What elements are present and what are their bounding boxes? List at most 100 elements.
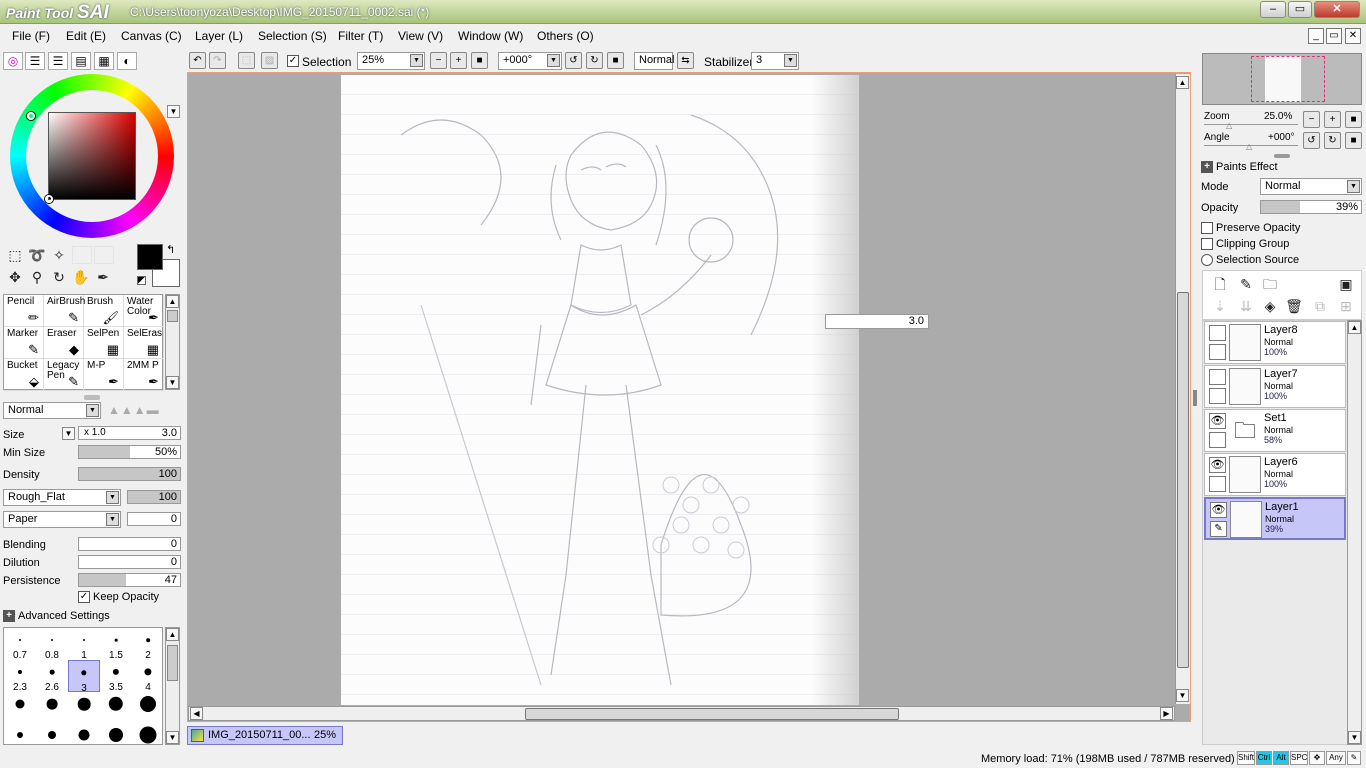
brush-size-preset[interactable]: 4 bbox=[132, 660, 164, 693]
brush-shape-presets[interactable]: ▲▲▲▬ bbox=[108, 403, 180, 417]
transfer-down-icon[interactable]: ⇣ bbox=[1211, 297, 1229, 315]
visibility-toggle-eye-icon[interactable] bbox=[1209, 325, 1226, 341]
brush-texture-select[interactable]: Paper ▼ bbox=[3, 511, 121, 528]
layer-lock-toggle[interactable] bbox=[1209, 388, 1226, 404]
layer-mode-select[interactable]: Normal ▼ bbox=[1260, 178, 1362, 195]
brush-size-preset[interactable] bbox=[36, 692, 68, 724]
dilution-slider[interactable]: 0 bbox=[78, 555, 181, 569]
mdi-close-button[interactable]: ✕ bbox=[1345, 28, 1361, 44]
size-slider[interactable]: x 1.0 3.0 bbox=[78, 426, 181, 440]
hand-icon[interactable]: ✋ bbox=[72, 268, 90, 286]
scroll-thumb[interactable] bbox=[1177, 292, 1189, 668]
menu-item-view[interactable]: View (V) bbox=[398, 29, 443, 43]
blending-slider[interactable]: 0 bbox=[78, 537, 181, 551]
brush-size-preset[interactable] bbox=[100, 692, 132, 724]
new-folder-icon[interactable]: 🗀 bbox=[1261, 275, 1279, 293]
close-button[interactable]: ✕ bbox=[1314, 1, 1360, 18]
menu-item-filter[interactable]: Filter (T) bbox=[338, 29, 383, 43]
minimize-button[interactable]: – bbox=[1260, 1, 1286, 18]
brush-size-preset[interactable]: 2.6 bbox=[36, 660, 68, 693]
menu-item-file[interactable]: File (F) bbox=[12, 29, 50, 43]
zoom-icon[interactable]: ⚲ bbox=[28, 268, 46, 286]
nav-rotate-ccw-button[interactable]: ↺ bbox=[1303, 132, 1320, 149]
brush-airbrush[interactable]: AirBrush ✎ bbox=[44, 295, 85, 327]
undo-icon[interactable]: ↶ bbox=[189, 52, 206, 69]
maximize-button[interactable]: ▭ bbox=[1288, 1, 1312, 18]
delete-layer-icon[interactable]: 🗑 bbox=[1285, 297, 1303, 315]
scroll-thumb[interactable] bbox=[525, 708, 899, 720]
brush-size-preset[interactable]: 1 bbox=[68, 628, 100, 661]
new-layer-icon[interactable]: 🗋 bbox=[1211, 275, 1229, 293]
brush-size-preset[interactable]: 2 bbox=[132, 628, 164, 661]
brush-eraser[interactable]: Eraser ◆ bbox=[44, 327, 84, 359]
navigator-preview[interactable] bbox=[1202, 53, 1362, 105]
rotate-icon[interactable]: ↻ bbox=[50, 268, 68, 286]
layer-row-layer7[interactable]: Layer7 Normal 100% bbox=[1204, 365, 1346, 408]
tab-hsv-sliders[interactable]: ☰ bbox=[48, 52, 68, 70]
view-blend-select[interactable]: Normal bbox=[634, 52, 674, 70]
brush-size-preset[interactable] bbox=[68, 692, 100, 724]
mdi-restore-button[interactable]: ▭ bbox=[1326, 28, 1342, 44]
flatten-icon[interactable]: ⊞ bbox=[1337, 297, 1355, 315]
visibility-toggle-eye-icon[interactable]: 👁 bbox=[1210, 502, 1227, 518]
rotate-ccw-button[interactable]: ↺ bbox=[565, 52, 582, 69]
zoom-in-button[interactable]: + bbox=[450, 52, 467, 69]
brush-pencil[interactable]: Pencil ✏ bbox=[4, 295, 44, 327]
visibility-toggle-eye-icon[interactable]: 👁 bbox=[1209, 413, 1226, 429]
menu-item-layer[interactable]: Layer (L) bbox=[195, 29, 243, 43]
angle-slider-handle[interactable]: △ bbox=[1246, 142, 1252, 151]
brush-size-preset[interactable]: 3.5 bbox=[100, 660, 132, 693]
layer-row-layer1[interactable]: 👁 ✎ Layer1 Normal 39% bbox=[1204, 497, 1346, 540]
swap-colors-icon[interactable]: ↰ bbox=[166, 243, 175, 256]
default-colors-icon[interactable] bbox=[137, 276, 146, 285]
nav-zoom-reset-button[interactable]: ■ bbox=[1345, 111, 1362, 128]
flip-horizontal-button[interactable]: ⇆ bbox=[677, 52, 694, 69]
brush-size-preset[interactable]: 0.7 bbox=[4, 628, 36, 661]
tab-rgb-sliders[interactable]: ☰ bbox=[25, 52, 45, 70]
panel-grip[interactable] bbox=[1274, 154, 1290, 158]
layer-lock-toggle[interactable] bbox=[1209, 432, 1226, 448]
canvas-area[interactable]: 3.0 bbox=[187, 72, 1191, 722]
hue-handle[interactable] bbox=[27, 112, 35, 120]
brush-size-preset[interactable]: 2.3 bbox=[4, 660, 36, 693]
advanced-settings-expand-icon[interactable]: + bbox=[3, 610, 15, 622]
zoom-out-button[interactable]: − bbox=[430, 52, 447, 69]
document-tab[interactable]: IMG_20150711_00... 25% bbox=[187, 726, 343, 745]
nav-zoom-out-button[interactable]: − bbox=[1303, 111, 1320, 128]
nav-rotate-cw-button[interactable]: ↻ bbox=[1324, 132, 1341, 149]
redo-icon[interactable]: ↷ bbox=[209, 52, 226, 69]
selection-checkbox[interactable]: ✓ bbox=[287, 55, 299, 67]
brush-seleras[interactable]: SelEras ▦ bbox=[124, 327, 164, 359]
brush-size-preset[interactable]: 0.8 bbox=[36, 628, 68, 661]
menu-item-canvas[interactable]: Canvas (C) bbox=[121, 29, 182, 43]
nav-rotate-reset-button[interactable]: ■ bbox=[1345, 132, 1362, 149]
mask-layer-icon[interactable]: ▣ bbox=[1337, 275, 1355, 293]
canvas-horizontal-scrollbar[interactable]: ◀ ▶ bbox=[188, 706, 1175, 721]
canvas-paper[interactable] bbox=[341, 75, 859, 705]
selection-source-radio[interactable] bbox=[1201, 254, 1213, 266]
tab-swatches[interactable]: ▤ bbox=[71, 52, 91, 70]
panel-grip[interactable] bbox=[84, 395, 100, 400]
zoom-slider-handle[interactable]: △ bbox=[1226, 121, 1232, 130]
brush-shape-select[interactable]: Rough_Flat ▼ bbox=[3, 489, 121, 506]
brush-grid-scrollbar[interactable]: ▲ ▼ bbox=[165, 294, 180, 390]
menu-item-selection[interactable]: Selection (S) bbox=[258, 29, 327, 43]
brush-size-preset[interactable] bbox=[4, 692, 36, 724]
zoom-reset-button[interactable]: ■ bbox=[471, 52, 488, 69]
rotate-reset-button[interactable]: ■ bbox=[607, 52, 624, 69]
brush-size-preset[interactable] bbox=[132, 692, 164, 724]
canvas-vertical-scrollbar[interactable]: ▲ ▼ bbox=[1175, 74, 1190, 704]
layer-lock-toggle[interactable] bbox=[1209, 476, 1226, 492]
magic-wand-icon[interactable]: ✧ bbox=[50, 246, 68, 264]
visibility-toggle-eye-icon[interactable] bbox=[1209, 369, 1226, 385]
brush-selpen[interactable]: SelPen ▦ bbox=[84, 327, 124, 359]
keep-opacity-checkbox[interactable]: ✓ bbox=[78, 591, 90, 603]
blend-mode-select[interactable]: Normal ▼ bbox=[3, 402, 101, 419]
menu-item-edit[interactable]: Edit (E) bbox=[66, 29, 106, 43]
density-slider[interactable]: 100 bbox=[78, 467, 181, 481]
visibility-toggle-eye-icon[interactable]: 👁 bbox=[1209, 457, 1226, 473]
navigator-view-frame[interactable] bbox=[1251, 56, 1325, 102]
size-grid-scrollbar[interactable]: ▲ ▼ bbox=[165, 627, 180, 745]
panel-splitter[interactable] bbox=[1193, 390, 1197, 406]
tab-scratchpad[interactable]: ◐ bbox=[117, 52, 137, 70]
